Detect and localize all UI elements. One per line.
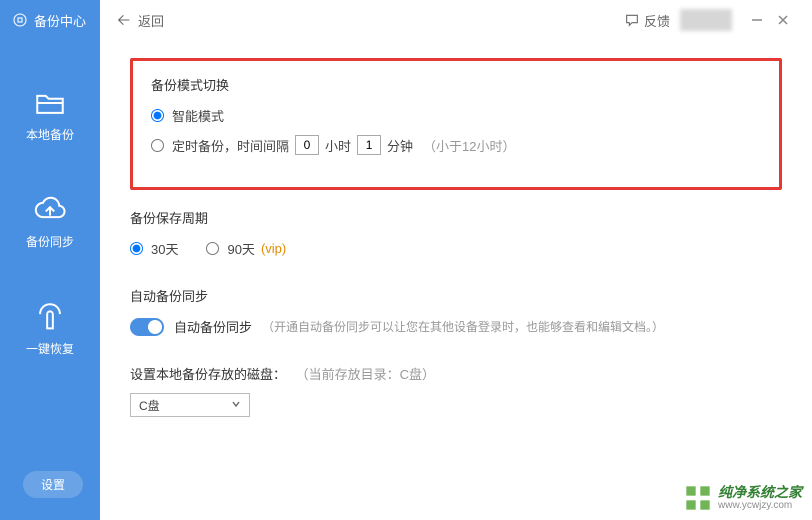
settings-button[interactable]: 设置	[23, 471, 83, 498]
radio-input-smart[interactable]	[151, 109, 164, 122]
sidebar-item-label: 本地备份	[26, 126, 74, 143]
sidebar-item-backup-sync[interactable]: 备份同步	[0, 175, 100, 260]
sidebar-item-local-backup[interactable]: 本地备份	[0, 68, 100, 153]
watermark-name: 纯净系统之家	[718, 485, 802, 500]
radio-input-30[interactable]	[130, 242, 143, 255]
backup-center-icon	[12, 12, 28, 28]
timed-hint: （小于12小时）	[423, 136, 515, 155]
watermark-url: www.ycwjzy.com	[718, 500, 802, 511]
tap-icon	[33, 300, 67, 334]
user-area[interactable]	[680, 9, 732, 31]
retention-section: 备份保存周期 30天 90天 (vip)	[130, 208, 782, 258]
feedback-label: 反馈	[644, 11, 670, 30]
section-title: 自动备份同步	[130, 286, 782, 305]
close-icon	[777, 14, 789, 26]
sidebar-title: 备份中心	[34, 11, 86, 30]
watermark: 纯净系统之家 www.ycwjzy.com	[684, 484, 802, 512]
autosync-toggle[interactable]	[130, 318, 164, 336]
minutes-unit: 分钟	[387, 136, 413, 155]
minutes-input[interactable]	[357, 135, 381, 155]
watermark-icon	[684, 484, 712, 512]
toggle-description: （开通自动备份同步可以让您在其他设备登录时，也能够查看和编辑文档。）	[262, 318, 664, 335]
sidebar: 备份中心 本地备份 备份同步 一键恢复 设置	[0, 0, 100, 520]
sidebar-item-label: 一键恢复	[26, 340, 74, 357]
hours-input[interactable]	[295, 135, 319, 155]
section-title: 备份模式切换	[151, 75, 761, 94]
folder-icon	[33, 86, 67, 120]
cloud-upload-icon	[33, 193, 67, 227]
disk-selected: C盘	[139, 397, 160, 414]
backup-mode-section: 备份模式切换 智能模式 定时备份，时间间隔 小时 分钟 （小于12小时）	[130, 58, 782, 190]
sidebar-header: 备份中心	[0, 0, 100, 40]
radio-timed-mode[interactable]: 定时备份，时间间隔 小时 分钟 （小于12小时）	[151, 135, 761, 155]
topbar: 返回 反馈	[100, 0, 812, 40]
back-button[interactable]: 返回	[116, 11, 164, 30]
feedback-button[interactable]: 反馈	[624, 11, 670, 30]
sidebar-item-label: 备份同步	[26, 233, 74, 250]
radio-smart-mode[interactable]: 智能模式	[151, 106, 761, 125]
close-button[interactable]	[770, 7, 796, 33]
disk-label: 设置本地备份存放的磁盘：	[130, 367, 286, 382]
radio-input-90[interactable]	[206, 242, 219, 255]
disk-hint: （当前存放目录：C盘）	[296, 367, 435, 382]
back-icon	[116, 12, 132, 28]
hours-unit: 小时	[325, 136, 351, 155]
sidebar-item-one-click-restore[interactable]: 一键恢复	[0, 282, 100, 367]
radio-input-timed[interactable]	[151, 139, 164, 152]
toggle-label: 自动备份同步	[174, 317, 252, 336]
radio-label: 30天	[151, 239, 178, 258]
chevron-down-icon	[231, 398, 241, 412]
disk-section: 设置本地备份存放的磁盘： （当前存放目录：C盘） C盘	[130, 364, 782, 417]
content-area: 备份模式切换 智能模式 定时备份，时间间隔 小时 分钟 （小于12小时） 备份保…	[100, 40, 812, 520]
autosync-section: 自动备份同步 自动备份同步 （开通自动备份同步可以让您在其他设备登录时，也能够查…	[130, 286, 782, 336]
chat-icon	[624, 12, 640, 28]
section-title: 备份保存周期	[130, 208, 782, 227]
minimize-icon	[751, 14, 763, 26]
disk-select[interactable]: C盘	[130, 393, 250, 417]
radio-label: 定时备份，时间间隔	[172, 136, 289, 155]
vip-tag: (vip)	[261, 241, 286, 256]
radio-label: 智能模式	[172, 106, 224, 125]
radio-90-days[interactable]: 90天 (vip)	[206, 239, 286, 258]
radio-label: 90天	[227, 239, 254, 258]
back-label: 返回	[138, 11, 164, 30]
minimize-button[interactable]	[744, 7, 770, 33]
radio-30-days[interactable]: 30天	[130, 239, 178, 258]
